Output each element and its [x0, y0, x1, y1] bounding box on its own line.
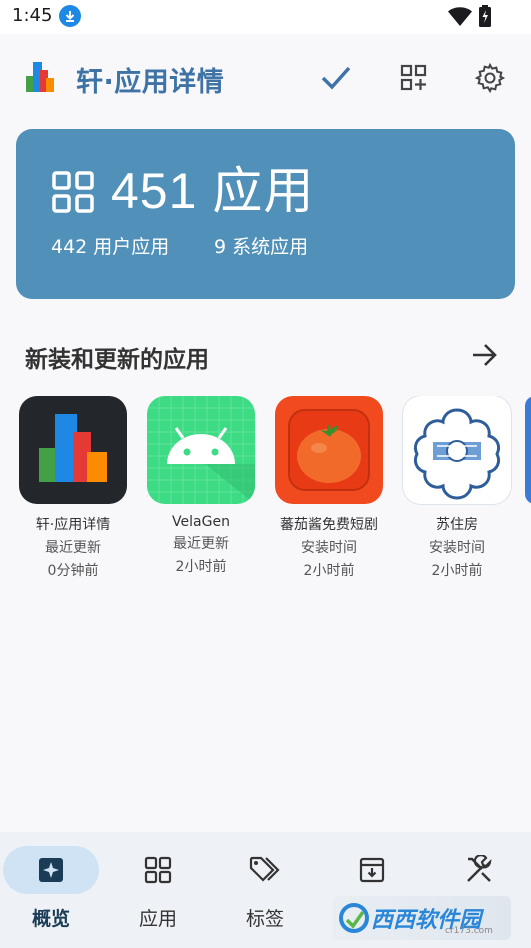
nav-label: 标签: [245, 908, 284, 930]
wifi-icon: [448, 7, 472, 31]
nav-tags[interactable]: 标签: [215, 846, 315, 931]
app-status: 安装时间: [429, 540, 485, 556]
nav-indicator: [431, 846, 527, 894]
app-widgets-button[interactable]: [392, 56, 436, 100]
settings-button[interactable]: [468, 56, 512, 100]
watermark-sub: cr173.com: [445, 926, 493, 936]
arrow-right-icon: [473, 344, 497, 366]
app-logo-icon: [24, 60, 56, 98]
list-item[interactable]: 蕃茄酱免费短剧 安装时间 2小时前: [269, 396, 389, 580]
tools-icon: [467, 855, 492, 882]
sparkle-icon: [39, 858, 63, 882]
app-name: 苏住房: [436, 517, 478, 533]
page-title: 轩·应用详情: [76, 67, 225, 98]
app-status: 最近更新: [173, 536, 229, 552]
nav-overview[interactable]: 概览: [1, 846, 101, 931]
grid-icon: [51, 170, 95, 218]
app-count-card[interactable]: 451 应用 442 用户应用 9 系统应用: [16, 129, 515, 299]
system-apps-count: 9 系统应用: [214, 236, 309, 258]
watermark-logo-icon: [339, 903, 369, 933]
download-icon: [59, 5, 81, 27]
recent-apps-list: 轩·应用详情 最近更新 0分钟前 VelaGen 最近更新 2小时前 蕃茄酱免费…: [0, 396, 531, 596]
app-time: 2小时前: [431, 563, 483, 579]
battery-icon: [479, 5, 491, 31]
watermark: 西西软件园 cr173.com: [333, 896, 511, 940]
select-all-button[interactable]: [314, 56, 358, 100]
app-time: 2小时前: [175, 559, 227, 575]
tomato-icon: [275, 396, 383, 504]
app-status: 安装时间: [301, 540, 357, 556]
grid-icon: [144, 856, 172, 884]
nav-indicator: [217, 846, 313, 894]
app-time: 2小时前: [303, 563, 355, 579]
list-item[interactable]: 苏住房 安装时间 2小时前: [397, 396, 517, 580]
tags-icon: [249, 856, 280, 882]
list-item[interactable]: VelaGen 最近更新 2小时前: [141, 396, 261, 576]
grid-add-icon: [400, 64, 427, 91]
status-time: 1:45: [12, 5, 53, 26]
android-icon: [147, 396, 255, 504]
gear-icon: [475, 63, 505, 93]
see-all-button[interactable]: [468, 338, 502, 372]
building-emblem-icon: [403, 396, 511, 504]
total-apps-count: 451 应用: [111, 163, 315, 219]
check-icon: [321, 66, 351, 90]
nav-indicator: [324, 846, 420, 894]
user-apps-count: 442 用户应用: [51, 236, 170, 258]
app-bar: 轩·应用详情: [0, 34, 531, 120]
nav-indicator: [110, 846, 206, 894]
list-item[interactable]: 轩·应用详情 最近更新 0分钟前: [13, 396, 133, 580]
app-name: 蕃茄酱免费短剧: [280, 517, 378, 533]
status-bar: 1:45: [0, 0, 531, 34]
app-name: VelaGen: [172, 514, 230, 530]
app-details-logo-icon: [19, 396, 127, 504]
nav-label: 应用: [138, 908, 177, 930]
nav-apps[interactable]: 应用: [108, 846, 208, 931]
nav-label: 概览: [31, 908, 70, 930]
section-title: 新装和更新的应用: [25, 347, 209, 373]
app-name: 轩·应用详情: [35, 517, 111, 533]
app-time: 0分钟前: [47, 563, 99, 579]
archive-icon: [359, 857, 385, 883]
next-app-peek[interactable]: [525, 396, 531, 504]
nav-indicator: [3, 846, 99, 894]
app-status: 最近更新: [45, 540, 101, 556]
